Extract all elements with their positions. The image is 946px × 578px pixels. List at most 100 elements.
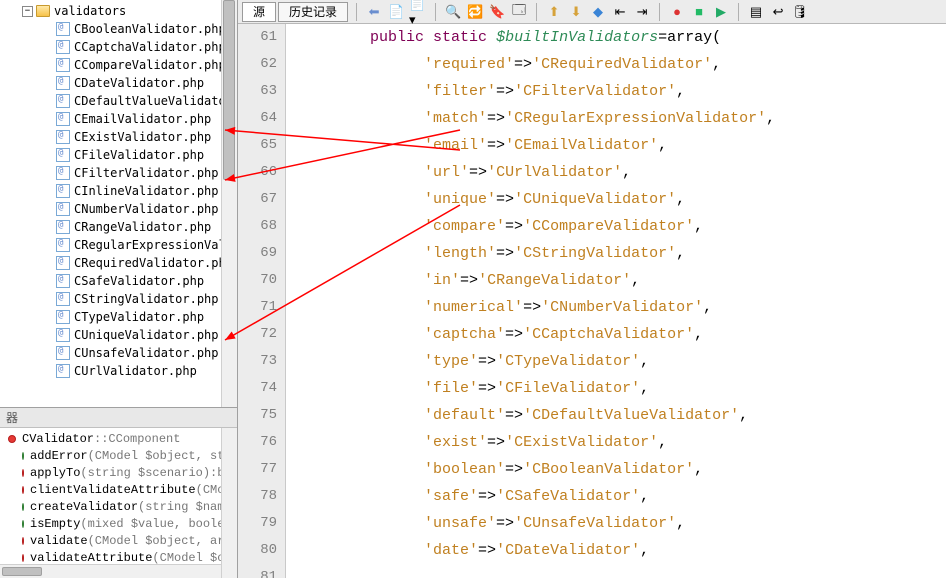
outline-method[interactable]: isEmpty(mixed $value, boolean $ xyxy=(0,515,237,532)
line-number: 64 xyxy=(238,105,277,132)
code-body[interactable]: public static $builtInValidators=array( … xyxy=(286,24,946,578)
line-number: 66 xyxy=(238,159,277,186)
arrow-down-icon[interactable]: ⬇ xyxy=(567,3,585,21)
line-number: 73 xyxy=(238,348,277,375)
tab-history[interactable]: 历史记录 xyxy=(278,2,348,22)
diamond-icon[interactable]: ◆ xyxy=(589,3,607,21)
code-line[interactable]: 'unsafe'=>'CUnsafeValidator', xyxy=(316,510,946,537)
search-icon[interactable]: 🔍 xyxy=(444,3,462,21)
file-label: CFilterValidator.php xyxy=(74,166,219,180)
code-line[interactable]: 'date'=>'CDateValidator', xyxy=(316,537,946,564)
php-file-icon xyxy=(56,364,70,378)
tree-file[interactable]: CDefaultValueValidator xyxy=(0,92,237,110)
tree-file[interactable]: CUnsafeValidator.php xyxy=(0,344,237,362)
tree-file[interactable]: CRangeValidator.php xyxy=(0,218,237,236)
outline-method[interactable]: createValidator(string $name, CM xyxy=(0,498,237,515)
tree-file[interactable]: CCaptchaValidator.php xyxy=(0,38,237,56)
tree-file[interactable]: CRegularExpressionVali xyxy=(0,236,237,254)
doc-dropdown-icon[interactable]: 📄▾ xyxy=(409,3,427,21)
code-line[interactable]: 'unique'=>'CUniqueValidator', xyxy=(316,186,946,213)
tree-file[interactable]: CBooleanValidator.php xyxy=(0,20,237,38)
doc-icon[interactable]: 📄 xyxy=(387,3,405,21)
indent-left-icon[interactable]: ⇤ xyxy=(611,3,629,21)
tab-source[interactable]: 源 xyxy=(242,2,276,22)
code-line[interactable]: 'default'=>'CDefaultValueValidator', xyxy=(316,402,946,429)
code-line[interactable]: 'exist'=>'CExistValidator', xyxy=(316,429,946,456)
file-tree[interactable]: −validators CBooleanValidator.php CCaptcha… xyxy=(0,0,237,408)
code-line[interactable]: public static $builtInValidators=array( xyxy=(316,24,946,51)
play-icon[interactable]: ▶ xyxy=(712,3,730,21)
code-line[interactable]: 'numerical'=>'CNumberValidator', xyxy=(316,294,946,321)
tree-file[interactable]: CNumberValidator.php xyxy=(0,200,237,218)
tree-file[interactable]: CTypeValidator.php xyxy=(0,308,237,326)
file-label: CCaptchaValidator.php xyxy=(74,40,226,54)
code-line[interactable]: 'type'=>'CTypeValidator', xyxy=(316,348,946,375)
php-file-icon xyxy=(56,58,70,72)
code-line[interactable]: 'in'=>'CRangeValidator', xyxy=(316,267,946,294)
editor-toolbar: 源 历史记录 ⬅ 📄 📄▾ 🔍 🔁 🔖 🗔 ⬆ ⬇ ◆ ⇤ ⇥ ● ■ ▶ ▤ … xyxy=(238,0,946,24)
outline-hscrollbar[interactable] xyxy=(0,564,221,578)
line-number: 80 xyxy=(238,537,277,564)
wrap-icon[interactable]: ↩ xyxy=(769,3,787,21)
collapse-icon[interactable]: − xyxy=(22,6,33,17)
tree-file[interactable]: CStringValidator.php xyxy=(0,290,237,308)
tree-file[interactable]: CSafeValidator.php xyxy=(0,272,237,290)
outline-hscroll-thumb[interactable] xyxy=(2,567,42,576)
php-file-icon xyxy=(56,310,70,324)
file-label: CBooleanValidator.php xyxy=(74,22,226,36)
tree-file[interactable]: CRequiredValidator.php xyxy=(0,254,237,272)
tree-scrollbar[interactable] xyxy=(221,0,237,407)
record-icon[interactable]: ● xyxy=(668,3,686,21)
replace-icon[interactable]: 🔁 xyxy=(466,3,484,21)
indent-right-icon[interactable]: ⇥ xyxy=(633,3,651,21)
code-line[interactable]: 'file'=>'CFileValidator', xyxy=(316,375,946,402)
tree-file[interactable]: CDateValidator.php xyxy=(0,74,237,92)
tree-file[interactable]: CUniqueValidator.php xyxy=(0,326,237,344)
tree-file[interactable]: CFilterValidator.php xyxy=(0,164,237,182)
tree-file[interactable]: CCompareValidator.php xyxy=(0,56,237,74)
php-file-icon xyxy=(56,40,70,54)
code-line[interactable]: 'captcha'=>'CCaptchaValidator', xyxy=(316,321,946,348)
tree-file[interactable]: CInlineValidator.php xyxy=(0,182,237,200)
code-line[interactable]: 'match'=>'CRegularExpressionValidator', xyxy=(316,105,946,132)
grid-icon[interactable]: ▤ xyxy=(747,3,765,21)
outline-method[interactable]: applyTo(string $scenario):boole xyxy=(0,464,237,481)
code-line[interactable]: 'length'=>'CStringValidator', xyxy=(316,240,946,267)
arrow-up-icon[interactable]: ⬆ xyxy=(545,3,563,21)
php-file-icon xyxy=(56,238,70,252)
code-line[interactable]: 'boolean'=>'CBooleanValidator', xyxy=(316,456,946,483)
php-file-icon xyxy=(56,220,70,234)
method-icon xyxy=(22,554,24,562)
tree-file[interactable]: CEmailValidator.php xyxy=(0,110,237,128)
code-editor[interactable]: 6162636465666768697071727374757677787980… xyxy=(238,24,946,578)
database-icon[interactable]: 🛢 xyxy=(791,3,809,21)
outline-method[interactable]: clientValidateAttribute(CModel $ xyxy=(0,481,237,498)
tree-file[interactable]: CFileValidator.php xyxy=(0,146,237,164)
tree-scroll-thumb[interactable] xyxy=(223,0,235,180)
code-line[interactable]: 'email'=>'CEmailValidator', xyxy=(316,132,946,159)
nav-back-icon[interactable]: ⬅ xyxy=(365,3,383,21)
select-icon[interactable]: 🗔 xyxy=(510,3,528,21)
tree-file[interactable]: CUrlValidator.php xyxy=(0,362,237,380)
method-signature: clientValidateAttribute(CModel $ xyxy=(30,483,237,497)
php-file-icon xyxy=(56,256,70,270)
php-file-icon xyxy=(56,130,70,144)
code-line[interactable]: 'required'=>'CRequiredValidator', xyxy=(316,51,946,78)
outline-method[interactable]: validate(CModel $object, array $ xyxy=(0,532,237,549)
outline-method[interactable]: addError(CModel $object, string xyxy=(0,447,237,464)
method-signature: createValidator(string $name, CM xyxy=(30,500,237,514)
code-line[interactable]: 'filter'=>'CFilterValidator', xyxy=(316,78,946,105)
line-number: 70 xyxy=(238,267,277,294)
outline-scrollbar[interactable] xyxy=(221,428,237,578)
tree-folder[interactable]: −validators xyxy=(0,2,237,20)
stop-icon[interactable]: ■ xyxy=(690,3,708,21)
code-line[interactable]: 'safe'=>'CSafeValidator', xyxy=(316,483,946,510)
folder-icon xyxy=(36,5,50,17)
file-label: CNumberValidator.php xyxy=(74,202,219,216)
outline-class[interactable]: CValidator::CComponent xyxy=(0,430,237,447)
code-line[interactable]: 'url'=>'CUrlValidator', xyxy=(316,159,946,186)
marker-icon[interactable]: 🔖 xyxy=(488,3,506,21)
class-icon xyxy=(8,435,16,443)
code-line[interactable]: 'compare'=>'CCompareValidator', xyxy=(316,213,946,240)
tree-file[interactable]: CExistValidator.php xyxy=(0,128,237,146)
